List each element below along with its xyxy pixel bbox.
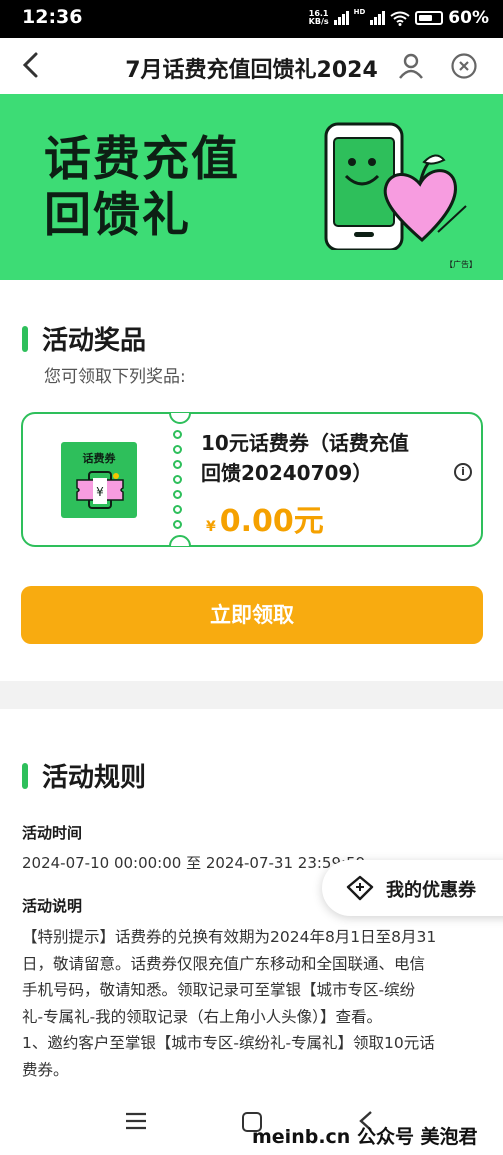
status-bar: 12:36 16.1 KB/s HD 60% <box>0 0 503 38</box>
net-speed: 16.1 KB/s <box>308 9 329 26</box>
close-circle-icon[interactable] <box>450 52 478 80</box>
svg-text:¥: ¥ <box>96 485 104 499</box>
battery-icon <box>415 11 444 25</box>
coupon-notch <box>169 535 191 546</box>
coupon-perforation <box>173 430 182 529</box>
menu-icon[interactable] <box>125 1112 147 1130</box>
my-coupons-label: 我的优惠券 <box>386 880 476 901</box>
phone-heart-illustration <box>324 122 467 250</box>
wifi-icon <box>390 11 410 26</box>
signal-icon <box>333 11 349 25</box>
claim-button[interactable]: 立即领取 <box>21 586 483 644</box>
watermark-text: meinb.cn 公众号 美泡君 <box>252 1126 478 1148</box>
banner-title: 话费充值 回馈礼 <box>44 132 240 243</box>
coupon-notch <box>169 413 191 424</box>
status-time: 12:36 <box>22 6 83 28</box>
hd-badge: HD <box>353 8 366 16</box>
page-title: 7月话费充值回馈礼2024 <box>125 58 378 83</box>
battery-percent: 60% <box>448 8 489 28</box>
prizes-subtitle: 您可领取下列奖品: <box>44 367 186 387</box>
coupon-tag-icon <box>346 875 374 901</box>
prizes-heading: 活动奖品 <box>22 320 146 357</box>
my-coupons-button[interactable]: 我的优惠券 <box>322 860 503 916</box>
desc-label: 活动说明 <box>22 897 83 915</box>
rules-description: 【特别提示】话费券的兑换有效期为2024年8月1日至8月31 日，敬请留意。话费… <box>22 928 437 1079</box>
coupon-thumbnail: 话费券 ¥ <box>61 442 137 518</box>
coupon-price: ¥0.00元 <box>206 504 324 539</box>
time-range: 2024-07-10 00:00:00 至 2024-07-31 23:59:5… <box>22 854 366 872</box>
signal-icon <box>370 11 386 25</box>
title-bar: 7月话费充值回馈礼2024 <box>0 38 503 94</box>
info-icon[interactable]: i <box>454 463 472 481</box>
promo-banner: 话费充值 回馈礼 【广告】 <box>0 94 503 280</box>
section-divider <box>0 681 503 709</box>
user-icon[interactable] <box>397 52 425 80</box>
coupon-name: 10元话费券（话费充值 回馈20240709） <box>201 431 409 485</box>
status-icons: 16.1 KB/s HD 60% <box>309 8 489 28</box>
ad-tag: 【广告】 <box>445 260 477 269</box>
section-accent-bar <box>22 762 28 789</box>
rules-heading: 活动规则 <box>22 757 146 794</box>
section-accent-bar <box>22 325 28 352</box>
section-title: 活动奖品 <box>42 326 147 356</box>
section-title: 活动规则 <box>42 763 147 793</box>
time-label: 活动时间 <box>22 824 83 842</box>
ticket-icon: ¥ <box>76 471 124 509</box>
coupon-card[interactable]: 话费券 ¥ 10元话费券（话费充值 回馈20240709） i ¥0.00元 <box>21 412 483 547</box>
